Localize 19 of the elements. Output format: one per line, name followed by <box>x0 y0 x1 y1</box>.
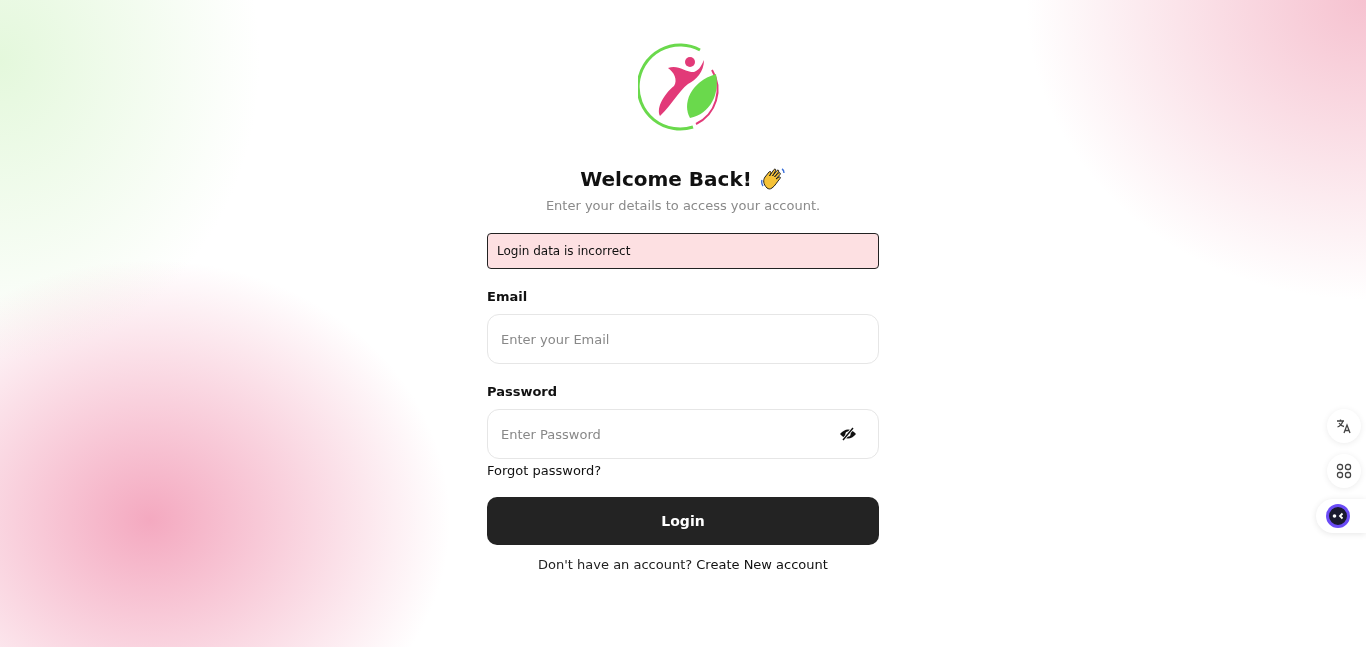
create-account-link[interactable]: Create New account <box>696 557 828 572</box>
signup-prompt: Don't have an account? Create New account <box>537 557 829 572</box>
forgot-password-link[interactable]: Forgot password? <box>487 463 602 478</box>
field-label: Password <box>487 384 559 399</box>
translate-icon <box>1336 418 1352 434</box>
eye-slash-icon[interactable] <box>839 427 857 441</box>
robot-face-icon <box>1326 504 1350 528</box>
input-field[interactable]: Enter your Email <box>487 314 879 364</box>
field-label: Email <box>487 289 529 304</box>
assistant-tab[interactable] <box>1316 499 1366 533</box>
welcome-title: Welcome Back! <box>580 167 752 191</box>
apps-icon <box>1336 463 1352 479</box>
subtitle: Enter your details to access your account. <box>544 198 822 213</box>
login-button[interactable]: Login <box>487 497 879 545</box>
waving-hand-icon <box>759 166 786 192</box>
error-alert: Login data is incorrect <box>487 233 879 269</box>
translate-button[interactable] <box>1327 409 1361 443</box>
input-field[interactable]: Enter Password <box>487 409 879 459</box>
apps-button[interactable] <box>1327 454 1361 488</box>
